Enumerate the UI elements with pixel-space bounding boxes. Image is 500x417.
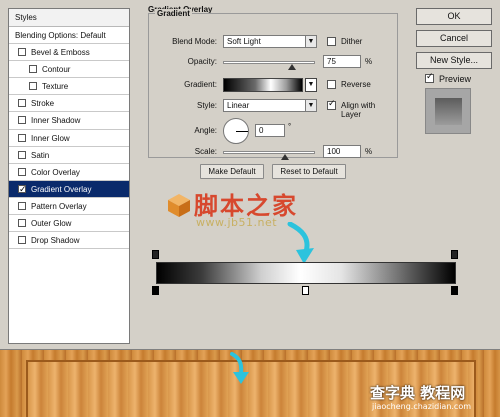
reverse-checkbox[interactable] (327, 80, 336, 89)
scale-slider[interactable] (223, 151, 315, 154)
style-checkbox[interactable] (29, 82, 37, 91)
watermark-bottom-url: jiaocheng.chazidian.com (372, 402, 472, 411)
chevron-down-icon: ▼ (305, 36, 316, 47)
style-checkbox[interactable] (18, 99, 26, 108)
styles-list-item-label: Satin (31, 150, 50, 160)
align-with-layer-checkbox[interactable] (327, 98, 336, 110)
styles-list-item[interactable]: Inner Shadow (9, 112, 129, 130)
opacity-percent: % (365, 57, 373, 66)
style-checkbox[interactable] (18, 133, 26, 142)
styles-list-item-label: Stroke (31, 99, 55, 109)
angle-label: Angle: (194, 126, 217, 135)
styles-list-item[interactable]: Stroke (9, 95, 129, 113)
styles-list-item[interactable]: Contour (9, 61, 129, 79)
watermark-bottom-title: 查字典 教程网 (370, 384, 466, 402)
style-select[interactable]: Linear ▼ (223, 99, 317, 112)
styles-list-item[interactable]: Outer Glow (9, 215, 129, 233)
dither-checkbox[interactable] (327, 37, 336, 46)
watermark-logo-icon (168, 194, 190, 217)
gradient-dropdown-button[interactable]: ▼ (305, 78, 317, 92)
styles-list-item[interactable]: Texture (9, 78, 129, 96)
opacity-label: Opacity: (187, 57, 217, 66)
gradient-overlay-panel: Gradient Overlay Gradient Blend Mode: So… (138, 4, 400, 346)
opacity-stop-left[interactable] (152, 250, 159, 259)
styles-list-item-label: Gradient Overlay (31, 184, 92, 194)
style-checkbox[interactable] (18, 116, 26, 125)
styles-list-item[interactable]: Bevel & Emboss (9, 44, 129, 62)
styles-list-item-label: Blending Options: Default (15, 31, 106, 40)
gradient-picker[interactable] (223, 78, 303, 92)
scale-input[interactable]: 100 (323, 145, 361, 158)
color-stop-left[interactable] (152, 286, 159, 295)
styles-list-item-label: Pattern Overlay (31, 201, 87, 211)
angle-dial[interactable] (223, 118, 249, 144)
opacity-slider-thumb[interactable] (288, 64, 296, 70)
style-preview-thumbnail (425, 88, 471, 134)
arrow-down-icon (230, 352, 249, 384)
reset-to-default-button[interactable]: Reset to Default (272, 164, 346, 179)
styles-list-item[interactable]: Pattern Overlay (9, 198, 129, 216)
styles-list-item-label: Color Overlay (31, 167, 80, 177)
cancel-button[interactable]: Cancel (416, 30, 492, 47)
styles-list-item-label: Bevel & Emboss (31, 48, 90, 58)
scale-percent: % (365, 147, 373, 156)
style-checkbox[interactable] (18, 201, 26, 210)
opacity-input[interactable]: 75 (323, 55, 361, 68)
styles-list-item[interactable]: Gradient Overlay (9, 180, 129, 198)
color-stop-middle[interactable] (302, 286, 309, 295)
style-checkbox[interactable] (18, 219, 26, 228)
gradient-editor-bar[interactable] (156, 262, 456, 284)
align-with-layer-label: Align with Layer (341, 101, 376, 119)
styles-list-item[interactable]: Drop Shadow (9, 232, 129, 250)
scale-slider-thumb[interactable] (280, 154, 289, 160)
blend-mode-label: Blend Mode: (172, 37, 217, 46)
styles-list-item[interactable]: Satin (9, 147, 129, 164)
opacity-slider[interactable] (223, 61, 315, 64)
styles-list-item-label: Outer Glow (31, 219, 72, 229)
style-checkbox[interactable] (18, 236, 26, 245)
arrow-down-icon (287, 222, 314, 264)
styles-list-item[interactable]: Color Overlay (9, 164, 129, 181)
chevron-down-icon: ▼ (307, 81, 315, 88)
style-checkbox[interactable] (18, 150, 26, 159)
styles-list-item[interactable]: Blending Options: Default (9, 27, 129, 45)
blend-mode-select[interactable]: Soft Light ▼ (223, 35, 317, 48)
angle-input[interactable]: 0 (255, 124, 285, 137)
reverse-label: Reverse (341, 80, 371, 89)
dither-label: Dither (341, 37, 363, 46)
group-title: Gradient (155, 9, 192, 18)
make-default-button[interactable]: Make Default (200, 164, 264, 179)
style-label: Style: (196, 101, 217, 110)
styles-list-item-label: Drop Shadow (31, 236, 80, 246)
ok-button[interactable]: OK (416, 8, 492, 25)
new-style-button[interactable]: New Style... (416, 52, 492, 69)
watermark-url: www.jb51.net (196, 216, 278, 229)
gradient-label: Gradient: (184, 80, 217, 89)
style-checkbox[interactable] (18, 167, 26, 176)
style-value: Linear (227, 101, 250, 110)
styles-list: Styles Blending Options: Default Bevel & … (8, 8, 130, 344)
color-stop-right[interactable] (451, 286, 458, 295)
styles-list-item-label: Texture (42, 82, 69, 92)
styles-list-item-label: Contour (42, 65, 71, 75)
styles-list-item-label: Inner Glow (31, 133, 70, 143)
angle-degree: ° (288, 122, 292, 131)
style-checkbox[interactable] (18, 48, 26, 57)
style-checkbox[interactable] (18, 181, 27, 198)
blend-mode-value: Soft Light (227, 37, 261, 46)
style-checkbox[interactable] (29, 65, 37, 74)
styles-list-header[interactable]: Styles (9, 9, 129, 27)
preview-label: Preview (439, 74, 472, 84)
styles-list-item-label: Inner Shadow (31, 116, 81, 126)
chevron-down-icon: ▼ (305, 100, 316, 111)
preview-checkbox[interactable] (425, 71, 434, 83)
scale-label: Scale: (194, 147, 217, 156)
opacity-stop-right[interactable] (451, 250, 458, 259)
gradient-group: Gradient Blend Mode: Soft Light ▼ Dither… (148, 9, 398, 160)
styles-list-item[interactable]: Inner Glow (9, 130, 129, 147)
preview-swatch (435, 98, 462, 125)
layer-style-dialog: Styles Blending Options: Default Bevel & … (0, 0, 500, 350)
